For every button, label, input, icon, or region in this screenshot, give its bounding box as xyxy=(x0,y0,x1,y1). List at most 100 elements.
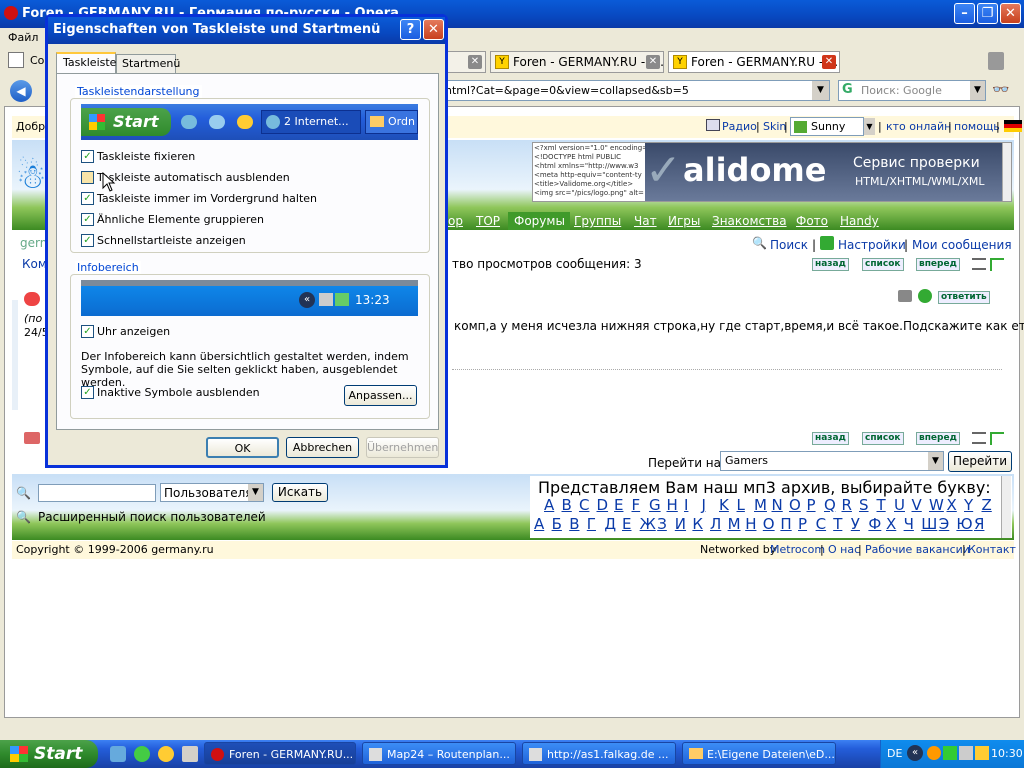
nav-forums[interactable]: Форумы xyxy=(514,214,565,228)
letter-link[interactable]: О xyxy=(763,515,775,533)
quicklaunch-browser-icon[interactable] xyxy=(134,746,150,762)
option-row[interactable]: ✓ Ähnliche Elemente gruppieren xyxy=(81,213,411,229)
option-checkbox[interactable]: ✓ xyxy=(81,234,94,247)
letter-link[interactable]: Т xyxy=(833,515,842,533)
letter-link[interactable]: Q xyxy=(824,496,836,514)
tab-hidden[interactable]: ✕ xyxy=(446,51,486,73)
letter-link[interactable]: N xyxy=(772,496,783,514)
taskbar-item-opera[interactable]: Foren - GERMANY.RU... xyxy=(204,742,356,765)
tree-view-icon[interactable] xyxy=(990,258,1004,271)
letter-link[interactable]: А xyxy=(534,515,544,533)
letter-link[interactable]: E xyxy=(614,496,623,514)
cancel-button[interactable]: Abbrechen xyxy=(286,437,359,458)
tab-close-icon[interactable]: ✕ xyxy=(822,55,836,69)
letter-link[interactable]: B xyxy=(562,496,572,514)
letter-link[interactable]: И xyxy=(675,515,686,533)
flat-view-icon[interactable] xyxy=(972,432,986,444)
tab-forum-2[interactable]: Y Foren - GERMANY.RU - Г... ✕ xyxy=(668,51,840,73)
customize-button[interactable]: Anpassen... xyxy=(344,385,417,406)
quicklaunch-app-icon[interactable] xyxy=(182,746,198,762)
nav-item[interactable]: ор xyxy=(448,214,463,228)
letter-link[interactable]: W xyxy=(929,496,944,514)
ok-button[interactable]: OK xyxy=(206,437,279,458)
show-clock-checkbox[interactable]: ✓ xyxy=(81,325,94,338)
letter-link[interactable]: U xyxy=(894,496,905,514)
letter-link[interactable]: Н xyxy=(745,515,756,533)
address-dropdown-icon[interactable]: ▼ xyxy=(812,81,829,100)
letter-link[interactable]: Я xyxy=(974,515,984,533)
letter-link[interactable]: Ж xyxy=(640,515,656,533)
skin-select[interactable]: Sunny xyxy=(790,117,864,136)
letter-link[interactable]: T xyxy=(877,496,886,514)
ad-scrollbar[interactable] xyxy=(1002,143,1011,201)
letter-link[interactable]: Э xyxy=(939,515,949,533)
option-checkbox[interactable]: ✓ xyxy=(81,192,94,205)
back-icon[interactable]: ◀ xyxy=(10,80,32,102)
tray-app-icon[interactable] xyxy=(943,746,957,760)
expand-tray-icon[interactable]: « xyxy=(907,745,923,761)
letter-link[interactable]: F xyxy=(632,496,641,514)
letter-link[interactable]: Z xyxy=(982,496,992,514)
letter-link[interactable]: Ю xyxy=(956,515,972,533)
option-row[interactable]: ✓ Taskleiste fixieren xyxy=(81,150,411,166)
letter-link[interactable]: Д xyxy=(604,515,616,533)
letter-link[interactable]: Ф xyxy=(868,515,881,533)
left-fragment[interactable]: Ком xyxy=(22,257,47,271)
list-button[interactable]: список xyxy=(862,258,904,271)
letter-link[interactable]: O xyxy=(789,496,801,514)
print-icon[interactable] xyxy=(898,290,912,302)
printer-icon[interactable] xyxy=(24,432,40,444)
forward-button[interactable]: вперед xyxy=(916,258,960,271)
minimize-button[interactable]: – xyxy=(954,3,975,24)
taskbar-item-explorer[interactable]: E:\Eigene Dateien\eD... xyxy=(682,742,836,765)
user-icon[interactable] xyxy=(918,289,932,303)
quicklaunch-media-icon[interactable] xyxy=(158,746,174,762)
letter-link[interactable]: P xyxy=(807,496,816,514)
letter-link[interactable]: Л xyxy=(710,515,721,533)
letter-link[interactable]: M xyxy=(754,496,767,514)
letter-link[interactable]: Е xyxy=(622,515,631,533)
letter-link[interactable]: Г xyxy=(587,515,596,533)
glasses-icon[interactable]: 👓 xyxy=(992,82,1018,100)
link-online[interactable]: кто онлайн xyxy=(886,120,951,133)
link-radio[interactable]: Радио xyxy=(722,120,757,133)
letter-link[interactable]: R xyxy=(842,496,852,514)
dialog-close-button[interactable]: ✕ xyxy=(423,19,444,40)
german-flag-icon[interactable] xyxy=(1004,120,1022,132)
search-input[interactable]: Поиск: Google xyxy=(838,80,986,101)
letter-link[interactable]: Б xyxy=(552,515,562,533)
option-checkbox[interactable]: ✓ xyxy=(81,213,94,226)
language-indicator[interactable]: DE xyxy=(887,747,902,760)
letter-link[interactable]: J xyxy=(702,496,706,514)
back-button[interactable]: назад xyxy=(812,432,849,445)
letter-link[interactable]: A xyxy=(544,496,554,514)
maximize-button[interactable]: ❐ xyxy=(977,3,998,24)
tab-startmenue[interactable]: Startmenü xyxy=(116,54,180,73)
letter-link[interactable]: П xyxy=(780,515,791,533)
flat-view-icon[interactable] xyxy=(972,258,986,270)
link-settings[interactable]: Настройки xyxy=(838,238,906,252)
letter-link[interactable]: V xyxy=(912,496,922,514)
reply-button[interactable]: ответить xyxy=(938,291,990,304)
menu-file[interactable]: Файл xyxy=(8,31,38,44)
letter-link[interactable]: З xyxy=(657,515,667,533)
letter-link[interactable]: М xyxy=(728,515,741,533)
nav-handy[interactable]: Handy xyxy=(840,214,879,228)
link-search[interactable]: Поиск xyxy=(770,238,808,252)
forward-button[interactable]: вперед xyxy=(916,432,960,445)
tab-forum-1[interactable]: Y Foren - GERMANY.RU - Г... ✕ xyxy=(490,51,664,73)
hide-inactive-checkbox[interactable]: ✓ xyxy=(81,386,94,399)
option-checkbox[interactable]: ✓ xyxy=(81,150,94,163)
goto-dropdown-icon[interactable]: ▼ xyxy=(928,452,943,470)
tray-app-icon[interactable] xyxy=(927,746,941,760)
search-dropdown-icon[interactable]: ▼ xyxy=(970,81,985,100)
trash-icon[interactable] xyxy=(988,52,1004,70)
letter-link[interactable]: К xyxy=(692,515,703,533)
letter-link[interactable]: H xyxy=(667,496,678,514)
letter-link[interactable]: X xyxy=(947,496,957,514)
taskbar-item-falkag[interactable]: http://as1.falkag.de ... xyxy=(522,742,676,765)
nav-chat[interactable]: Чат xyxy=(634,214,657,228)
tray-network-icon[interactable] xyxy=(959,746,973,760)
letter-link[interactable]: Y xyxy=(964,496,973,514)
letter-link[interactable]: В xyxy=(569,515,579,533)
